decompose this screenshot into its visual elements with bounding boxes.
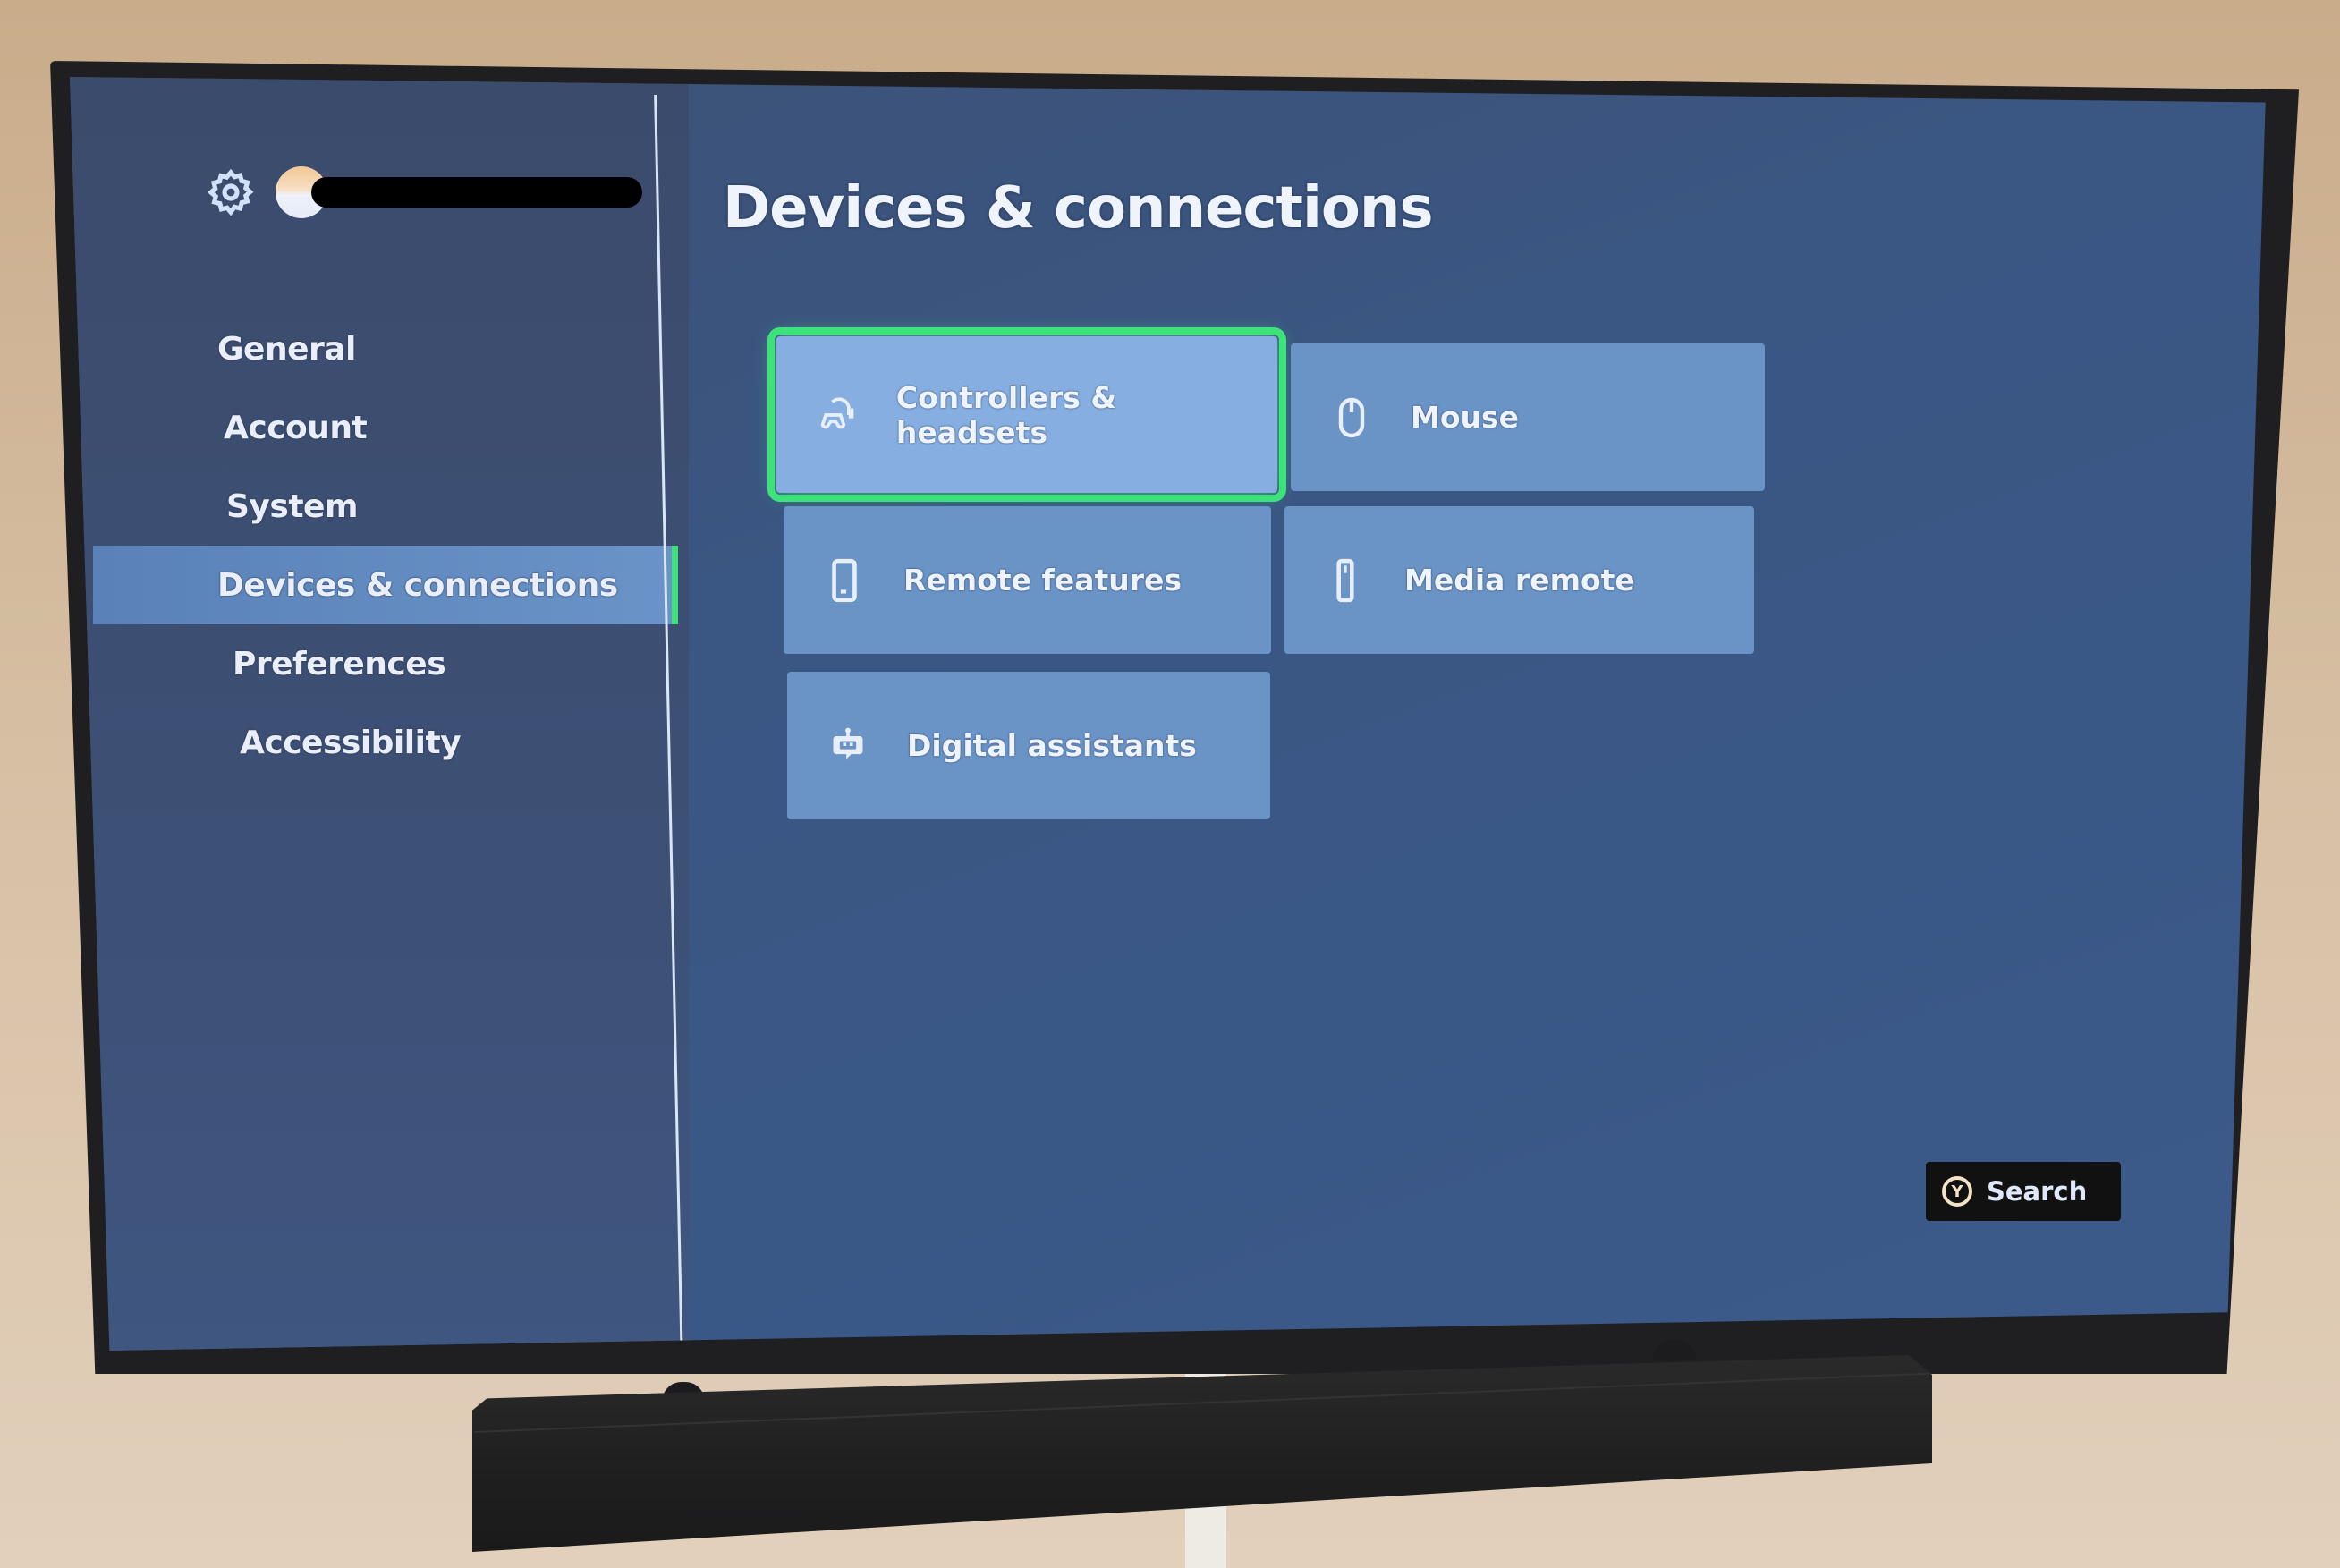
tile-mouse[interactable]: Mouse [1291, 343, 1765, 491]
redacted-gamertag [311, 177, 642, 208]
gear-icon[interactable] [206, 167, 256, 217]
tile-label: Controllers & headsets [895, 379, 1117, 450]
tile-label: Mouse [1411, 400, 1520, 435]
sidebar-item-account[interactable]: Account [70, 388, 696, 467]
robot-assistant-icon [825, 723, 871, 769]
phone-icon [821, 557, 868, 604]
settings-nav: General Account System Devices & connect… [70, 309, 696, 782]
search-label: Search [1987, 1176, 2088, 1207]
search-button[interactable]: Y Search [1926, 1162, 2121, 1221]
sidebar-item-label: Preferences [233, 645, 446, 682]
tile-label: Remote features [903, 563, 1183, 598]
tile-digital-assistants[interactable]: Digital assistants [787, 672, 1270, 819]
sidebar-item-label: Devices & connections [217, 566, 618, 604]
sidebar-item-label: Account [224, 409, 368, 446]
sidebar-item-devices-connections[interactable]: Devices & connections [93, 546, 678, 624]
sidebar-item-accessibility[interactable]: Accessibility [70, 703, 696, 782]
sidebar-item-system[interactable]: System [70, 467, 696, 546]
profile-header [206, 166, 642, 218]
tile-remote-features[interactable]: Remote features [784, 506, 1271, 654]
tile-media-remote[interactable]: Media remote [1284, 506, 1754, 654]
sidebar-item-general[interactable]: General [70, 309, 696, 388]
remote-icon [1322, 557, 1369, 604]
tile-label: Media remote [1404, 563, 1635, 598]
sidebar-item-preferences[interactable]: Preferences [70, 624, 696, 703]
sidebar-item-label: System [226, 487, 358, 525]
tile-controllers-headsets[interactable]: Controllers & headsets [767, 327, 1286, 502]
tile-label: Digital assistants [907, 728, 1197, 763]
sidebar-item-label: Accessibility [240, 724, 462, 761]
tv-screen: General Account System Devices & connect… [70, 77, 2266, 1351]
settings-sidebar: General Account System Devices & connect… [70, 77, 689, 1351]
y-button-icon: Y [1942, 1176, 1972, 1207]
mouse-icon [1328, 394, 1375, 441]
controller-headset-icon [814, 392, 861, 438]
sidebar-item-label: General [217, 330, 356, 368]
page-title: Devices & connections [723, 175, 1434, 242]
